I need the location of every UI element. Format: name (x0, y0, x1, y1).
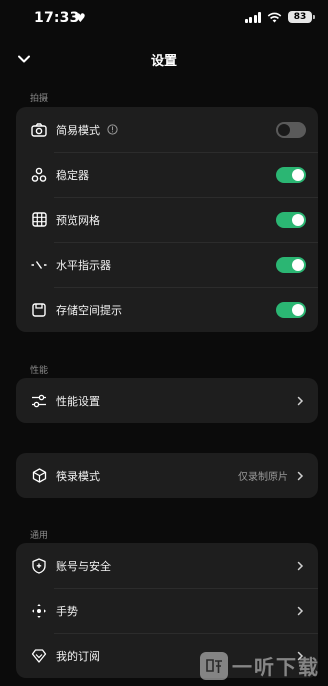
setting-label: 我的订阅 (56, 649, 100, 663)
card-performance: 性能设置 (16, 378, 318, 423)
chevron-right-icon (294, 560, 306, 572)
watermark: 一听下载 (200, 651, 320, 680)
watermark-text: 一听下载 (232, 655, 320, 679)
toggle-knob (278, 123, 290, 136)
setting-label: 性能设置 (56, 394, 100, 408)
setting-row-account-security[interactable]: 账号与安全 (16, 543, 318, 588)
cube-icon (30, 467, 48, 485)
setting-label: 账号与安全 (56, 559, 111, 573)
setting-label: 稳定器 (56, 168, 89, 182)
setting-row-storage-hint[interactable]: 存储空间提示 (16, 287, 318, 332)
chevron-right-icon (294, 605, 306, 617)
setting-row-stabilizer[interactable]: 稳定器 (16, 152, 318, 197)
status-bar: 17:33 ♥ 83 (0, 0, 328, 36)
gesture-icon (30, 602, 48, 620)
heart-icon: ♥ (75, 11, 86, 25)
setting-label: 简易模式 (56, 123, 100, 137)
setting-label: 存储空间提示 (56, 303, 122, 317)
toggle-knob (292, 303, 304, 316)
status-icons: 83 (244, 11, 315, 23)
setting-row-level-indicator[interactable]: 水平指示器 (16, 242, 318, 287)
card-recording: 筷录模式 仅录制原片 (16, 453, 318, 498)
chevron-right-icon (294, 470, 306, 482)
storage-hint-toggle[interactable] (276, 301, 306, 318)
grid-icon (30, 211, 48, 229)
setting-row-preview-grid[interactable]: 预览网格 (16, 197, 318, 242)
stabilizer-toggle[interactable] (276, 166, 306, 183)
wifi-icon (267, 12, 282, 22)
setting-row-simple-mode[interactable]: 简易模式 (16, 107, 318, 152)
battery-icon: 83 (288, 11, 315, 23)
battery-level: 83 (293, 12, 307, 22)
section-label-general: 通用 (30, 531, 49, 541)
toggle-knob (292, 213, 304, 226)
setting-label: 预览网格 (56, 213, 100, 227)
watermark-logo (200, 651, 228, 680)
stabilizer-icon (30, 166, 48, 184)
status-time: 17:33 (34, 10, 80, 26)
toggle-knob (292, 258, 304, 271)
setting-row-recording-mode[interactable]: 筷录模式 仅录制原片 (16, 453, 318, 498)
level-indicator-icon (30, 256, 48, 274)
subscription-icon (30, 647, 48, 665)
info-icon[interactable] (107, 124, 118, 135)
card-shooting: 简易模式 稳定器 预览网格 水平指示器 存储空间提示 (16, 107, 318, 332)
level-indicator-toggle[interactable] (276, 256, 306, 273)
setting-label: 筷录模式 (56, 469, 100, 483)
section-label-shooting: 拍摄 (30, 94, 49, 104)
cellular-signal-icon (244, 11, 261, 23)
nav-bar: 设置 (0, 44, 328, 74)
setting-label: 水平指示器 (56, 258, 111, 272)
setting-row-performance[interactable]: 性能设置 (16, 378, 318, 423)
chevron-right-icon (294, 395, 306, 407)
page-title: 设置 (150, 54, 177, 69)
setting-label: 手势 (56, 604, 78, 618)
storage-icon (30, 301, 48, 319)
toggle-knob (292, 168, 304, 181)
recording-mode-value: 仅录制原片 (238, 472, 288, 483)
section-label-performance: 性能 (30, 366, 49, 376)
sliders-icon (30, 392, 48, 410)
camera-icon (30, 121, 48, 139)
setting-row-gesture[interactable]: 手势 (16, 588, 318, 633)
preview-grid-toggle[interactable] (276, 211, 306, 228)
shield-icon (30, 557, 48, 575)
simple-mode-toggle[interactable] (276, 121, 306, 138)
